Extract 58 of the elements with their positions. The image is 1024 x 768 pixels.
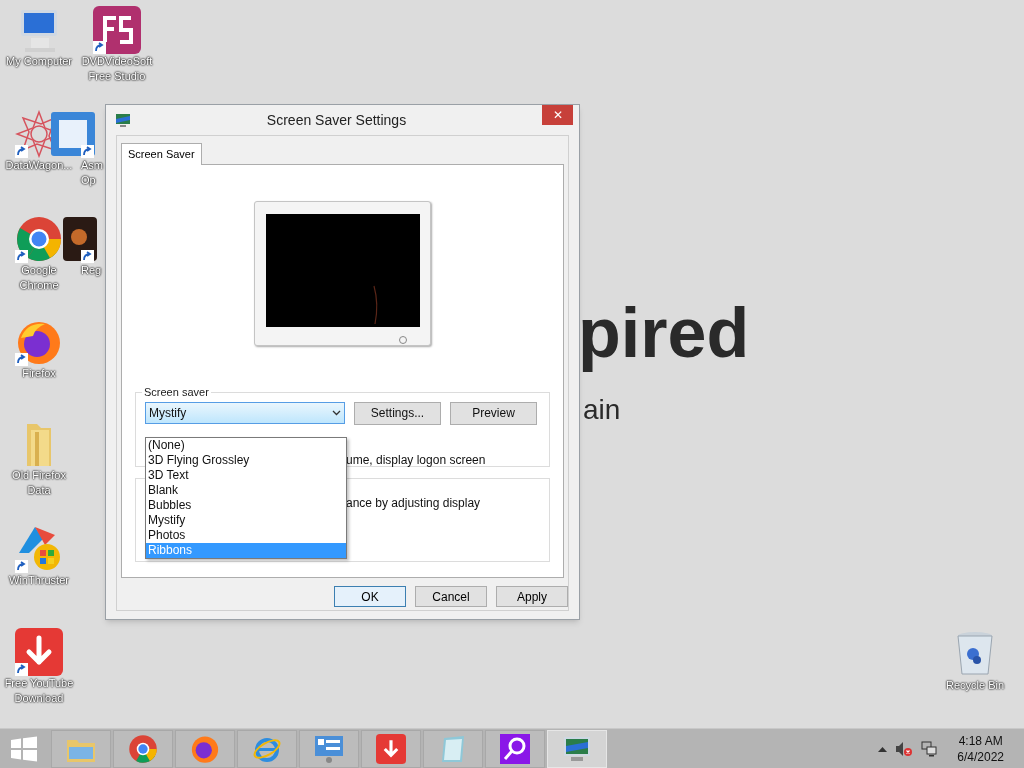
desktop-icon-label[interactable]: Free YouTube: [4, 676, 74, 691]
dropdown-option[interactable]: Photos: [146, 527, 346, 543]
desktop-icon-label[interactable]: Download: [14, 691, 64, 706]
taskbar-button[interactable]: [113, 729, 173, 768]
window-title: Screen Saver Settings: [265, 110, 408, 130]
desktop-icon-label[interactable]: DataWagon...: [5, 158, 73, 173]
clock-time[interactable]: 4:18 AM: [958, 732, 1003, 749]
download-icon: [15, 628, 63, 676]
dropdown-option[interactable]: 3D Flying Grossley: [146, 452, 346, 468]
clock-date[interactable]: 6/4/2022: [957, 748, 1004, 765]
speaker-muted-icon[interactable]: [895, 740, 914, 757]
desktop-icon-label[interactable]: My Computer: [6, 54, 72, 69]
power-description: ance by adjusting display: [346, 495, 481, 512]
download-icon: [376, 733, 406, 764]
fs-logo-icon: [93, 6, 141, 54]
taskbar-button[interactable]: [485, 729, 545, 768]
desktop-icon-label[interactable]: WinThruster: [9, 573, 69, 588]
taskbar-button[interactable]: [361, 729, 421, 768]
group-label: Screen saver: [143, 385, 210, 400]
caret-up-icon[interactable]: [878, 745, 888, 752]
desktop-icon-label[interactable]: Op: [81, 173, 96, 188]
close-button[interactable]: ✕: [542, 105, 573, 125]
desktop-icon-label[interactable]: Old Firefox: [12, 468, 66, 483]
chevron-down-icon: [332, 410, 341, 416]
chrome-icon: [128, 733, 158, 764]
power-button-icon: [398, 335, 408, 345]
tab[interactable]: Screen Saver: [121, 143, 202, 165]
app-icon: [49, 110, 97, 158]
wallpaper-subline: ain: [583, 396, 621, 424]
dialog-button[interactable]: Settings...: [354, 401, 441, 425]
screen-saver-dropdown[interactable]: Mystify: [145, 402, 345, 424]
logon-option-text: ume, display logon screen: [346, 451, 486, 469]
dropdown-option[interactable]: 3D Text: [146, 467, 346, 483]
magnifier-icon: [500, 733, 530, 764]
dropdown-option[interactable]: (None): [146, 437, 346, 453]
dropdown-option[interactable]: Mystify: [146, 512, 346, 528]
desktop-icon-label[interactable]: Data: [27, 483, 51, 498]
taskbar-button[interactable]: [175, 729, 235, 768]
monitor-icon: [115, 112, 131, 128]
desktop-icon-label[interactable]: Firefox: [22, 366, 56, 381]
dialog-button[interactable]: OK: [334, 586, 406, 607]
chrome-icon: [15, 215, 63, 263]
desktop-icon-label[interactable]: Chrome: [19, 278, 59, 293]
network-icon[interactable]: [921, 740, 938, 757]
dialog-button[interactable]: Apply: [496, 586, 568, 607]
dialog-button[interactable]: Preview: [450, 401, 537, 425]
control-panel-icon: [313, 733, 345, 764]
desktop-icon-label[interactable]: Free Studio: [88, 69, 146, 84]
desktop-icon-label[interactable]: Asm: [81, 158, 103, 173]
dropdown-option[interactable]: Bubbles: [146, 497, 346, 513]
windows-logo-icon[interactable]: [11, 735, 37, 762]
taskbar-button[interactable]: [299, 729, 359, 768]
desktop-icon-label[interactable]: Recycle Bin: [945, 678, 1005, 693]
desktop-icon-label[interactable]: Reg: [81, 263, 102, 278]
dialog-button[interactable]: Cancel: [415, 586, 487, 607]
dropdown-option[interactable]: Blank: [146, 482, 346, 498]
desktop-icon-label[interactable]: Google: [21, 263, 57, 278]
desktop-icon-label[interactable]: DVDVideoSoft: [81, 54, 153, 69]
